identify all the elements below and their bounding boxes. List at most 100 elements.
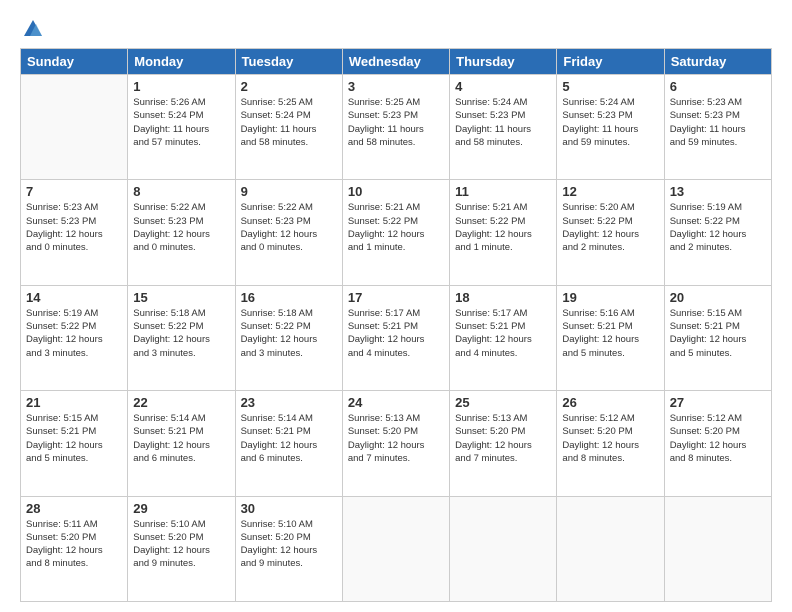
day-number: 11: [455, 184, 551, 199]
day-number: 15: [133, 290, 229, 305]
day-number: 27: [670, 395, 766, 410]
day-info: Sunrise: 5:14 AMSunset: 5:21 PMDaylight:…: [133, 413, 210, 464]
day-number: 10: [348, 184, 444, 199]
day-number: 19: [562, 290, 658, 305]
day-info: Sunrise: 5:22 AMSunset: 5:23 PMDaylight:…: [241, 202, 318, 253]
day-number: 9: [241, 184, 337, 199]
day-info: Sunrise: 5:23 AMSunset: 5:23 PMDaylight:…: [26, 202, 103, 253]
day-info: Sunrise: 5:13 AMSunset: 5:20 PMDaylight:…: [455, 413, 532, 464]
day-number: 6: [670, 79, 766, 94]
calendar-week-row: 28 Sunrise: 5:11 AMSunset: 5:20 PMDaylig…: [21, 496, 772, 601]
day-info: Sunrise: 5:17 AMSunset: 5:21 PMDaylight:…: [455, 308, 532, 359]
day-info: Sunrise: 5:10 AMSunset: 5:20 PMDaylight:…: [241, 519, 318, 570]
day-number: 18: [455, 290, 551, 305]
day-number: 1: [133, 79, 229, 94]
calendar-day-cell: 6 Sunrise: 5:23 AMSunset: 5:23 PMDayligh…: [664, 75, 771, 180]
day-info: Sunrise: 5:25 AMSunset: 5:23 PMDaylight:…: [348, 97, 424, 148]
day-number: 30: [241, 501, 337, 516]
day-info: Sunrise: 5:22 AMSunset: 5:23 PMDaylight:…: [133, 202, 210, 253]
day-info: Sunrise: 5:24 AMSunset: 5:23 PMDaylight:…: [455, 97, 531, 148]
calendar-day-cell: 19 Sunrise: 5:16 AMSunset: 5:21 PMDaylig…: [557, 285, 664, 390]
day-info: Sunrise: 5:23 AMSunset: 5:23 PMDaylight:…: [670, 97, 746, 148]
calendar-day-cell: 13 Sunrise: 5:19 AMSunset: 5:22 PMDaylig…: [664, 180, 771, 285]
logo-text: [20, 18, 44, 40]
day-info: Sunrise: 5:20 AMSunset: 5:22 PMDaylight:…: [562, 202, 639, 253]
day-number: 2: [241, 79, 337, 94]
day-info: Sunrise: 5:15 AMSunset: 5:21 PMDaylight:…: [26, 413, 103, 464]
calendar-day-cell: 27 Sunrise: 5:12 AMSunset: 5:20 PMDaylig…: [664, 391, 771, 496]
day-info: Sunrise: 5:19 AMSunset: 5:22 PMDaylight:…: [26, 308, 103, 359]
day-info: Sunrise: 5:21 AMSunset: 5:22 PMDaylight:…: [348, 202, 425, 253]
day-info: Sunrise: 5:12 AMSunset: 5:20 PMDaylight:…: [562, 413, 639, 464]
calendar-week-row: 1 Sunrise: 5:26 AMSunset: 5:24 PMDayligh…: [21, 75, 772, 180]
day-info: Sunrise: 5:24 AMSunset: 5:23 PMDaylight:…: [562, 97, 638, 148]
day-info: Sunrise: 5:17 AMSunset: 5:21 PMDaylight:…: [348, 308, 425, 359]
day-number: 25: [455, 395, 551, 410]
calendar-day-cell: 22 Sunrise: 5:14 AMSunset: 5:21 PMDaylig…: [128, 391, 235, 496]
weekday-header-cell: Thursday: [450, 49, 557, 75]
weekday-header-row: SundayMondayTuesdayWednesdayThursdayFrid…: [21, 49, 772, 75]
calendar-day-cell: 10 Sunrise: 5:21 AMSunset: 5:22 PMDaylig…: [342, 180, 449, 285]
day-number: 17: [348, 290, 444, 305]
calendar-day-cell: 11 Sunrise: 5:21 AMSunset: 5:22 PMDaylig…: [450, 180, 557, 285]
day-info: Sunrise: 5:16 AMSunset: 5:21 PMDaylight:…: [562, 308, 639, 359]
day-number: 5: [562, 79, 658, 94]
weekday-header-cell: Sunday: [21, 49, 128, 75]
day-info: Sunrise: 5:18 AMSunset: 5:22 PMDaylight:…: [133, 308, 210, 359]
calendar-day-cell: 28 Sunrise: 5:11 AMSunset: 5:20 PMDaylig…: [21, 496, 128, 601]
calendar-table: SundayMondayTuesdayWednesdayThursdayFrid…: [20, 48, 772, 602]
calendar-day-cell: 29 Sunrise: 5:10 AMSunset: 5:20 PMDaylig…: [128, 496, 235, 601]
calendar-day-cell: 2 Sunrise: 5:25 AMSunset: 5:24 PMDayligh…: [235, 75, 342, 180]
calendar-day-cell: 30 Sunrise: 5:10 AMSunset: 5:20 PMDaylig…: [235, 496, 342, 601]
calendar-day-cell: 23 Sunrise: 5:14 AMSunset: 5:21 PMDaylig…: [235, 391, 342, 496]
day-info: Sunrise: 5:21 AMSunset: 5:22 PMDaylight:…: [455, 202, 532, 253]
calendar-day-cell: 9 Sunrise: 5:22 AMSunset: 5:23 PMDayligh…: [235, 180, 342, 285]
day-number: 14: [26, 290, 122, 305]
weekday-header-cell: Monday: [128, 49, 235, 75]
day-number: 16: [241, 290, 337, 305]
day-number: 28: [26, 501, 122, 516]
calendar-day-cell: 3 Sunrise: 5:25 AMSunset: 5:23 PMDayligh…: [342, 75, 449, 180]
day-number: 7: [26, 184, 122, 199]
weekday-header-cell: Wednesday: [342, 49, 449, 75]
calendar-day-cell: 12 Sunrise: 5:20 AMSunset: 5:22 PMDaylig…: [557, 180, 664, 285]
day-number: 23: [241, 395, 337, 410]
day-number: 21: [26, 395, 122, 410]
day-info: Sunrise: 5:25 AMSunset: 5:24 PMDaylight:…: [241, 97, 317, 148]
calendar-day-cell: 7 Sunrise: 5:23 AMSunset: 5:23 PMDayligh…: [21, 180, 128, 285]
day-info: Sunrise: 5:19 AMSunset: 5:22 PMDaylight:…: [670, 202, 747, 253]
calendar-day-cell: 18 Sunrise: 5:17 AMSunset: 5:21 PMDaylig…: [450, 285, 557, 390]
day-info: Sunrise: 5:10 AMSunset: 5:20 PMDaylight:…: [133, 519, 210, 570]
day-info: Sunrise: 5:26 AMSunset: 5:24 PMDaylight:…: [133, 97, 209, 148]
day-number: 13: [670, 184, 766, 199]
calendar-day-cell: 1 Sunrise: 5:26 AMSunset: 5:24 PMDayligh…: [128, 75, 235, 180]
calendar-day-cell: [21, 75, 128, 180]
day-info: Sunrise: 5:14 AMSunset: 5:21 PMDaylight:…: [241, 413, 318, 464]
calendar-day-cell: 20 Sunrise: 5:15 AMSunset: 5:21 PMDaylig…: [664, 285, 771, 390]
header: [20, 18, 772, 40]
day-number: 22: [133, 395, 229, 410]
day-number: 26: [562, 395, 658, 410]
calendar-day-cell: 17 Sunrise: 5:17 AMSunset: 5:21 PMDaylig…: [342, 285, 449, 390]
calendar-day-cell: 15 Sunrise: 5:18 AMSunset: 5:22 PMDaylig…: [128, 285, 235, 390]
day-number: 8: [133, 184, 229, 199]
day-info: Sunrise: 5:12 AMSunset: 5:20 PMDaylight:…: [670, 413, 747, 464]
day-info: Sunrise: 5:15 AMSunset: 5:21 PMDaylight:…: [670, 308, 747, 359]
calendar-day-cell: 26 Sunrise: 5:12 AMSunset: 5:20 PMDaylig…: [557, 391, 664, 496]
calendar-body: 1 Sunrise: 5:26 AMSunset: 5:24 PMDayligh…: [21, 75, 772, 602]
weekday-header-cell: Saturday: [664, 49, 771, 75]
day-info: Sunrise: 5:11 AMSunset: 5:20 PMDaylight:…: [26, 519, 103, 570]
page: SundayMondayTuesdayWednesdayThursdayFrid…: [0, 0, 792, 612]
day-number: 4: [455, 79, 551, 94]
calendar-day-cell: [664, 496, 771, 601]
calendar-day-cell: 16 Sunrise: 5:18 AMSunset: 5:22 PMDaylig…: [235, 285, 342, 390]
logo: [20, 18, 44, 40]
calendar-day-cell: [342, 496, 449, 601]
calendar-day-cell: [450, 496, 557, 601]
calendar-day-cell: [557, 496, 664, 601]
logo-icon: [22, 18, 44, 40]
calendar-day-cell: 8 Sunrise: 5:22 AMSunset: 5:23 PMDayligh…: [128, 180, 235, 285]
calendar-week-row: 21 Sunrise: 5:15 AMSunset: 5:21 PMDaylig…: [21, 391, 772, 496]
weekday-header-cell: Friday: [557, 49, 664, 75]
calendar-day-cell: 14 Sunrise: 5:19 AMSunset: 5:22 PMDaylig…: [21, 285, 128, 390]
